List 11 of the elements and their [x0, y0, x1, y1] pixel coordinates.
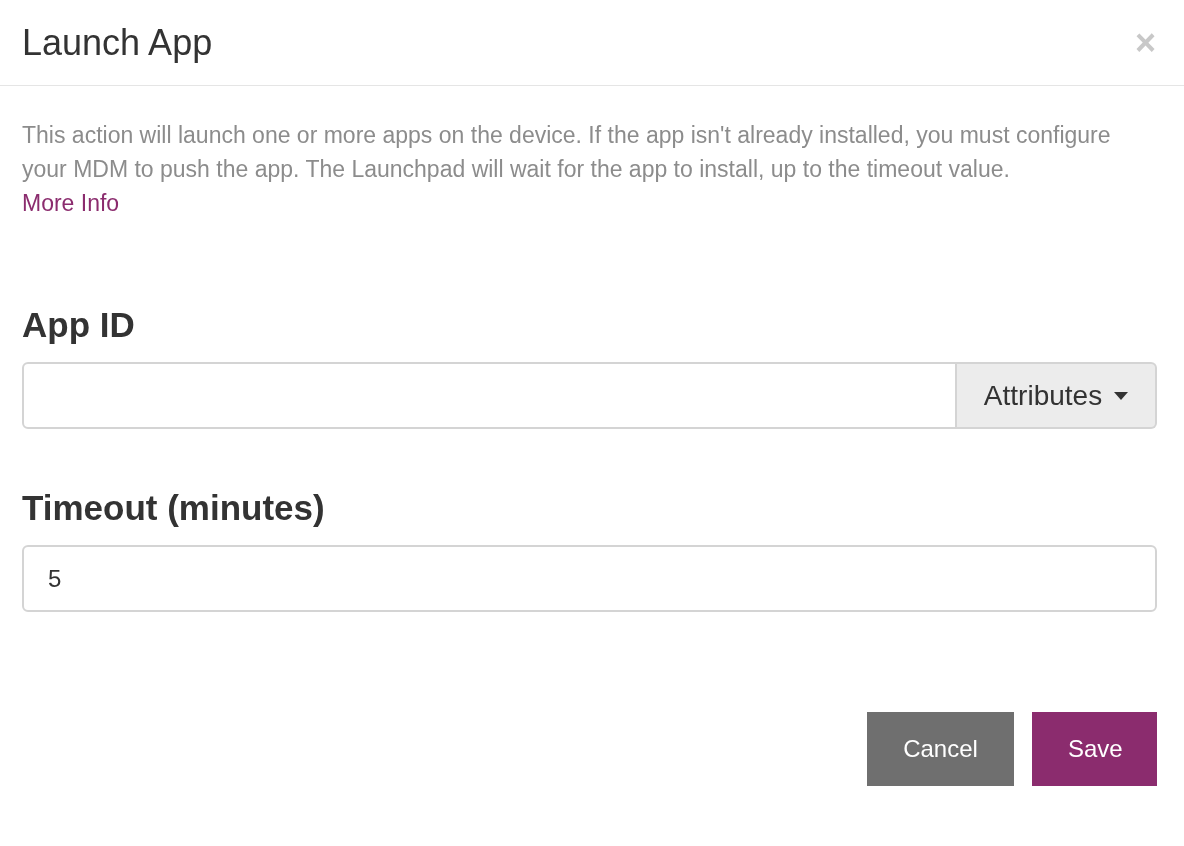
- save-button[interactable]: Save: [1032, 712, 1157, 786]
- dialog-title: Launch App: [22, 21, 213, 64]
- description-text: This action will launch one or more apps on the device. If the app isn't already installed, you must configure your MDM to push the app. The Launchpad will wait for the app to install, up to the timeout value.: [22, 121, 1112, 184]
- text-field[interactable]: [22, 362, 957, 429]
- more-info-link[interactable]: More Info: [22, 186, 120, 220]
- attributes-dropdown-button[interactable]: Attributes: [957, 362, 1157, 429]
- cancel-button[interactable]: Cancel: [867, 712, 1014, 786]
- field-label: App ID: [22, 306, 136, 344]
- caret-icon: [1114, 391, 1129, 400]
- text-field[interactable]: 5: [22, 545, 1157, 612]
- field-label: Timeout (minutes): [22, 489, 326, 527]
